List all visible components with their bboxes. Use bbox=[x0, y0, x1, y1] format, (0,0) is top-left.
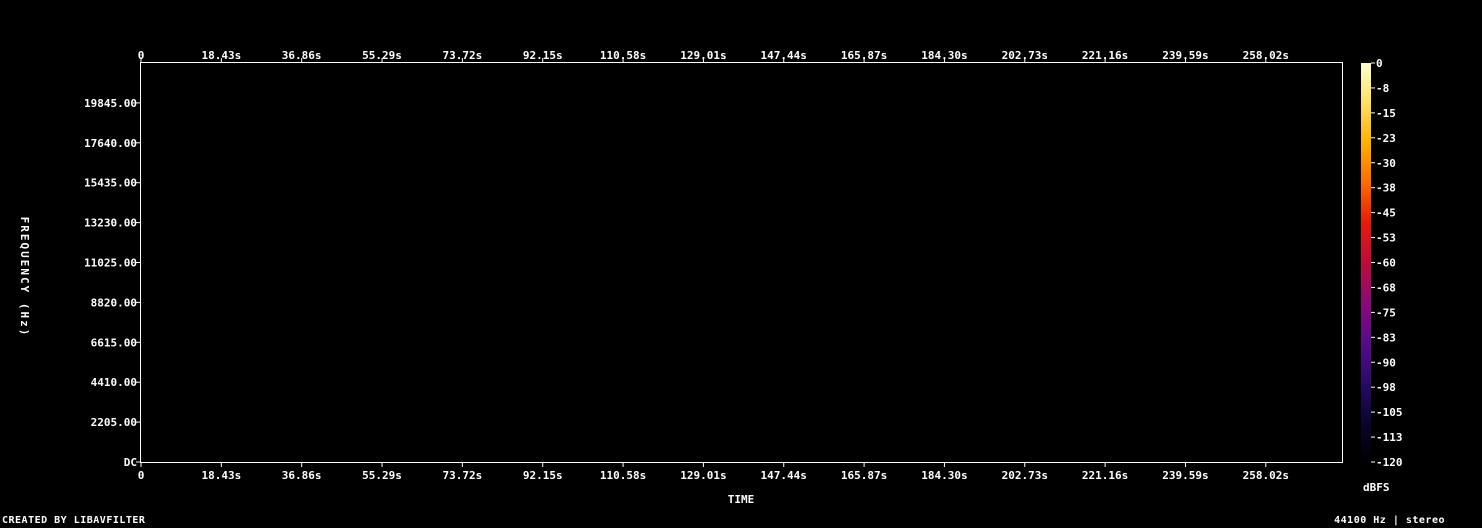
colorbar-tick-label: -98 bbox=[1376, 381, 1396, 394]
x-tick-label-top: 0 bbox=[138, 49, 145, 62]
colorbar-tick-label: -30 bbox=[1376, 157, 1396, 170]
colorbar-tick-label: -83 bbox=[1376, 331, 1396, 344]
x-tick-label-top: 239.59s bbox=[1162, 49, 1208, 62]
colorbar-tick-label: -75 bbox=[1376, 306, 1396, 319]
x-tick-label-top: 110.58s bbox=[600, 49, 646, 62]
colorbar-tick-label: -68 bbox=[1376, 281, 1396, 294]
y-axis-label: FREQUENCY (Hz) bbox=[18, 217, 31, 338]
x-tick-label-bottom: 18.43s bbox=[201, 469, 241, 482]
x-tick-label-bottom: 239.59s bbox=[1162, 469, 1208, 482]
colorbar-tick-label: -60 bbox=[1376, 257, 1396, 270]
y-tick-label: 2205.00 bbox=[91, 416, 137, 429]
colorbar-tick-label: -38 bbox=[1376, 182, 1396, 195]
x-tick-label-bottom: 55.29s bbox=[362, 469, 402, 482]
x-tick-label-bottom: 258.02s bbox=[1243, 469, 1289, 482]
colorbar-tick-label: -45 bbox=[1376, 207, 1396, 220]
x-tick-label-top: 221.16s bbox=[1082, 49, 1128, 62]
x-tick-label-bottom: 221.16s bbox=[1082, 469, 1128, 482]
colorbar-tick-label: -8 bbox=[1376, 82, 1389, 95]
x-tick-label-bottom: 129.01s bbox=[680, 469, 726, 482]
footer-audio-info: 44100 Hz | stereo bbox=[1334, 515, 1445, 526]
x-tick-label-top: 36.86s bbox=[282, 49, 322, 62]
x-tick-label-bottom: 184.30s bbox=[921, 469, 967, 482]
colorbar-tick-label: -105 bbox=[1376, 406, 1403, 419]
x-tick-label-top: 165.87s bbox=[841, 49, 887, 62]
colorbar-gradient bbox=[1361, 63, 1371, 462]
y-tick-label: 17640.00 bbox=[84, 137, 137, 150]
x-tick-label-bottom: 73.72s bbox=[442, 469, 482, 482]
spectrogram-texture bbox=[141, 63, 1342, 462]
colorbar-tick-label: -113 bbox=[1376, 431, 1403, 444]
colorbar-tick-label: -120 bbox=[1376, 456, 1403, 469]
footer-credit: CREATED BY LIBAVFILTER bbox=[2, 515, 146, 526]
y-tick-label: 13230.00 bbox=[84, 217, 137, 230]
y-tick-label: 4410.00 bbox=[91, 376, 137, 389]
plot-area bbox=[140, 62, 1343, 463]
colorbar-tick-label: 0 bbox=[1376, 57, 1383, 70]
y-tick-label: 19845.00 bbox=[84, 97, 137, 110]
y-tick-label: 8820.00 bbox=[91, 296, 137, 309]
y-tick-label: 6615.00 bbox=[91, 336, 137, 349]
x-tick-label-bottom: 147.44s bbox=[761, 469, 807, 482]
x-tick-label-top: 18.43s bbox=[201, 49, 241, 62]
y-tick-label: 11025.00 bbox=[84, 257, 137, 270]
x-tick-label-top: 55.29s bbox=[362, 49, 402, 62]
y-tick-label: DC bbox=[124, 456, 137, 469]
x-axis-top: 0 18.43s 36.86s 55.29s 73.72s 92.15s 110.58s 12… bbox=[138, 49, 1289, 63]
x-axis-label: TIME bbox=[728, 493, 755, 506]
x-tick-label-bottom: 0 bbox=[138, 469, 145, 482]
colorbar-tick-label: -90 bbox=[1376, 356, 1396, 369]
colorbar-ticks: 0 -8 -15 -23 -30 -38 -45 -53 -60 -68 -75 -83 -90 -98 -… bbox=[1371, 57, 1403, 469]
y-tick-label: 15435.00 bbox=[84, 177, 137, 190]
x-tick-label-bottom: 165.87s bbox=[841, 469, 887, 482]
x-axis-bottom: 0 18.43s 36.86s 55.29s 73.72s 92.15s 110.58s 12… bbox=[138, 462, 1289, 482]
y-axis: DC 2205.00 4410.00 6615.00 8820.00 11025.00 13… bbox=[84, 97, 141, 469]
x-tick-label-top: 73.72s bbox=[442, 49, 482, 62]
x-tick-label-top: 202.73s bbox=[1002, 49, 1048, 62]
x-tick-label-top: 184.30s bbox=[921, 49, 967, 62]
colorbar-tick-label: -23 bbox=[1376, 132, 1396, 145]
colorbar: 0 -8 -15 -23 -30 -38 -45 -53 -60 -68 -75 -83 -90 -98 -… bbox=[1361, 57, 1403, 494]
x-tick-label-bottom: 36.86s bbox=[282, 469, 322, 482]
x-tick-label-bottom: 92.15s bbox=[523, 469, 563, 482]
x-tick-label-top: 147.44s bbox=[761, 49, 807, 62]
x-tick-label-bottom: 202.73s bbox=[1002, 469, 1048, 482]
spectrogram-chart: 0 18.43s 36.86s 55.29s 73.72s 92.15s 110.58s 12… bbox=[18, 49, 1403, 506]
colorbar-tick-label: -15 bbox=[1376, 107, 1396, 120]
x-tick-label-top: 92.15s bbox=[523, 49, 563, 62]
colorbar-label: dBFS bbox=[1363, 481, 1390, 494]
colorbar-tick-label: -53 bbox=[1376, 232, 1396, 245]
x-tick-label-top: 129.01s bbox=[680, 49, 726, 62]
x-tick-label-bottom: 110.58s bbox=[600, 469, 646, 482]
x-tick-label-top: 258.02s bbox=[1243, 49, 1289, 62]
